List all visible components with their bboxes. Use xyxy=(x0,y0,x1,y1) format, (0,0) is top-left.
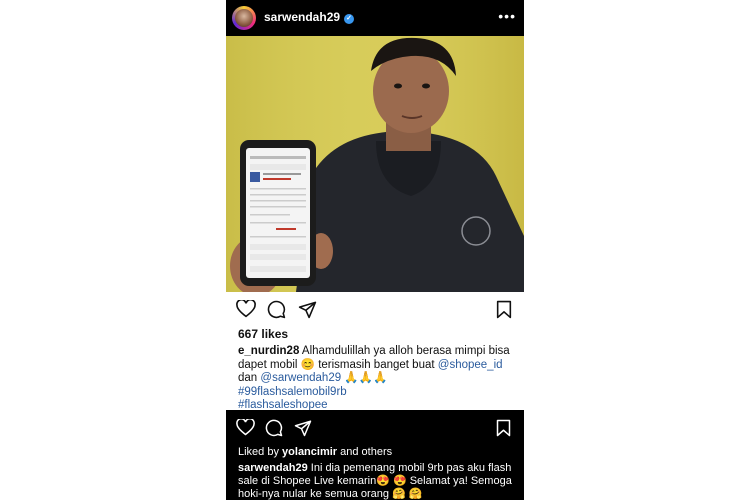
comment-emoji-1: 😊 xyxy=(300,358,315,371)
post-header: sarwendah29 ✓ ••• xyxy=(226,0,524,36)
share-icon[interactable] xyxy=(298,300,317,319)
post-actions-light: 667 likes e_nurdin28 Alhamdulillah ya al… xyxy=(226,292,524,413)
mention-sarwendah[interactable]: @sarwendah29 xyxy=(260,372,341,384)
profile-avatar[interactable] xyxy=(232,6,256,30)
more-options-icon[interactable]: ••• xyxy=(498,8,516,24)
likes-count[interactable]: 667 likes xyxy=(238,327,288,341)
comment-text-3: dan xyxy=(238,372,258,384)
liked-by-prefix: Liked by xyxy=(238,446,279,458)
comment-caption: e_nurdin28 Alhamdulillah ya alloh berasa… xyxy=(238,345,516,413)
share-icon[interactable] xyxy=(294,419,312,437)
hashtag-flashsalemobil[interactable]: #99flashsalemobil9rb xyxy=(238,386,347,398)
comment-icon[interactable] xyxy=(267,300,286,319)
heart-icon[interactable] xyxy=(236,419,255,436)
post-photo[interactable] xyxy=(226,36,524,292)
heart-icon[interactable] xyxy=(236,300,256,318)
instagram-post: sarwendah29 ✓ ••• 667 likes e_nurdin28 A… xyxy=(226,0,524,500)
liked-by-suffix[interactable]: and others xyxy=(340,446,392,458)
comment-username[interactable]: e_nurdin28 xyxy=(238,345,299,357)
comment-emoji-2: 🙏🙏🙏 xyxy=(344,372,388,384)
bookmark-icon[interactable] xyxy=(496,419,511,437)
comment-text-2: terismasih banget buat xyxy=(318,358,435,371)
liked-by: Liked by yolancimir and others xyxy=(238,446,392,458)
caption-username[interactable]: sarwendah29 xyxy=(238,462,308,474)
mention-shopee[interactable]: @shopee_id xyxy=(438,359,503,371)
username-text[interactable]: sarwendah29 xyxy=(264,10,340,24)
comment-icon[interactable] xyxy=(265,419,283,437)
bookmark-icon[interactable] xyxy=(496,300,512,319)
verified-badge-icon: ✓ xyxy=(344,14,355,24)
liked-by-user[interactable]: yolancimir xyxy=(282,446,337,458)
post-username[interactable]: sarwendah29 ✓ xyxy=(264,10,355,24)
post-actions-dark: Liked by yolancimir and others sarwendah… xyxy=(226,410,524,500)
post-caption: sarwendah29 Ini dia pemenang mobil 9rb p… xyxy=(238,462,518,500)
photo-illustration xyxy=(226,36,524,292)
